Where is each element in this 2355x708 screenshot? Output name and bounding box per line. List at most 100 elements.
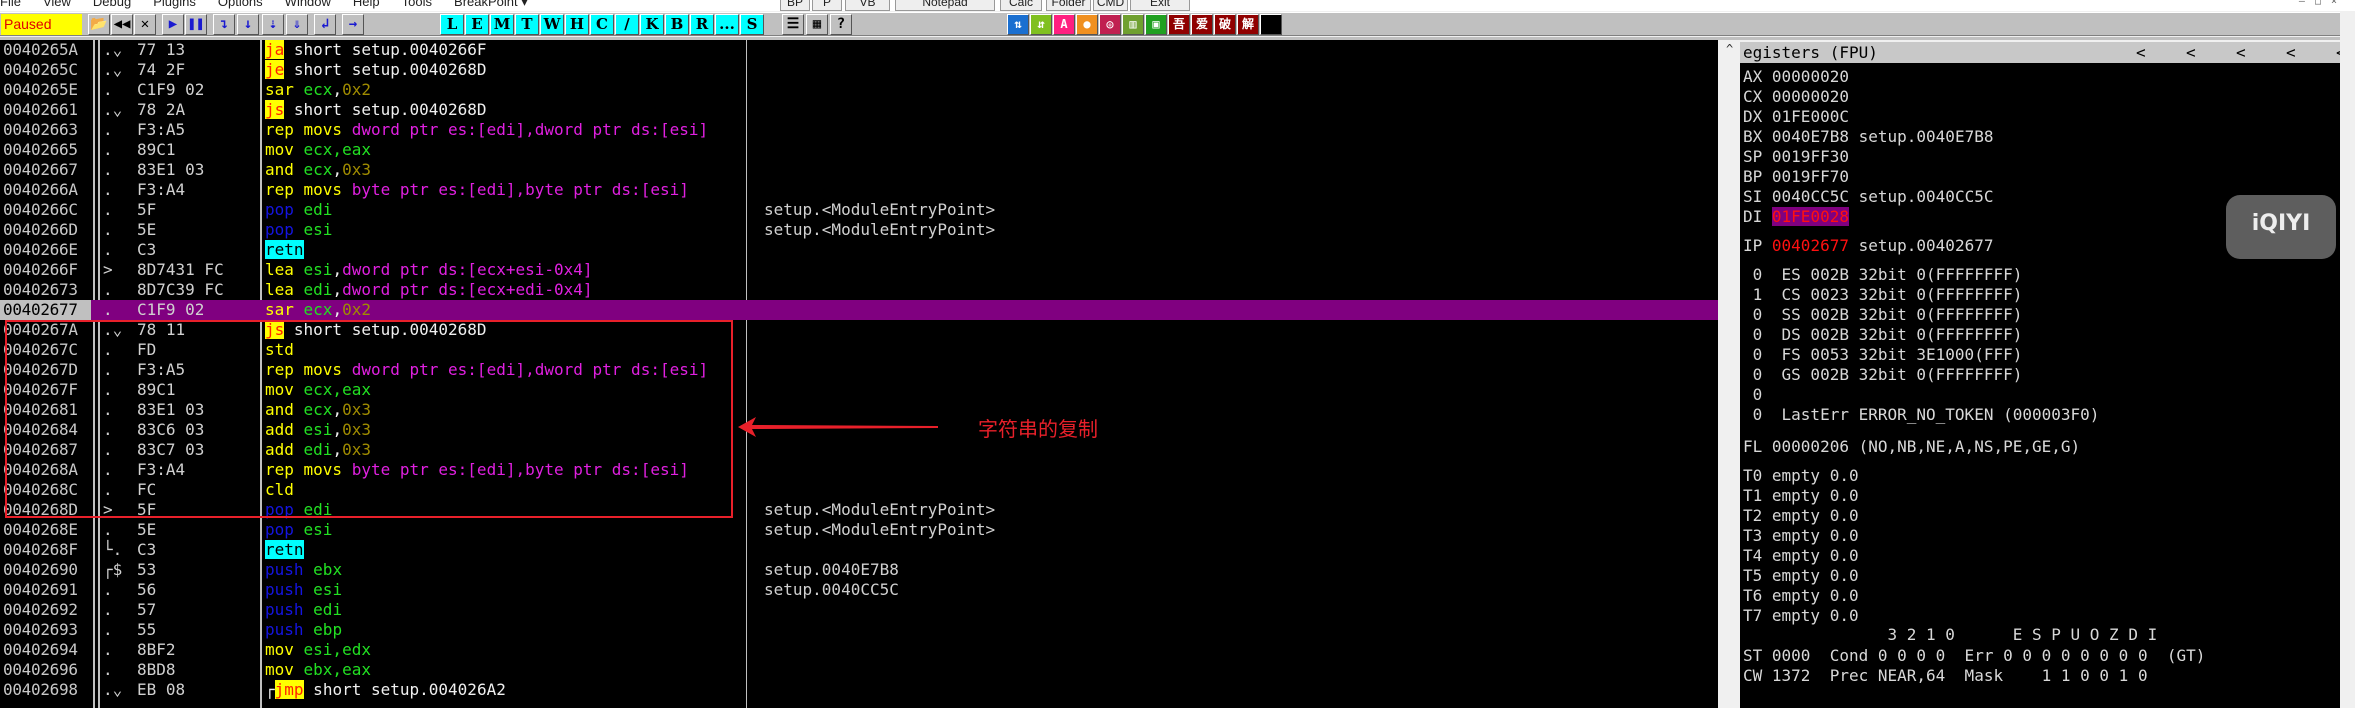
restart-icon[interactable]: ◀◀ bbox=[111, 14, 133, 35]
target-icon[interactable]: ◎ bbox=[1099, 14, 1121, 35]
disasm-row[interactable]: 0040268E. 5E pop esi setup.<ModuleEntryPoin… bbox=[0, 520, 1718, 540]
tab-folder[interactable]: Folder bbox=[1046, 0, 1091, 11]
disasm-row[interactable]: 0040266C. 5F pop edi setup.<ModuleEntryPoin… bbox=[0, 200, 1718, 220]
register-value[interactable]: 01FE0028 bbox=[1771, 207, 1849, 226]
help-icon[interactable]: ? bbox=[830, 14, 852, 35]
jie-icon[interactable]: 解 bbox=[1237, 14, 1259, 35]
register-value[interactable]: 00000020 bbox=[1772, 67, 1849, 86]
tab-calc[interactable]: Calc bbox=[1000, 0, 1042, 11]
toolbar-button-slash[interactable]: / bbox=[615, 14, 639, 35]
disasm-row[interactable]: 00402694. 8BF2 mov esi,edx bbox=[0, 640, 1718, 660]
toolbar-button-e[interactable]: E bbox=[465, 14, 489, 35]
disasm-row[interactable]: 0040265E. C1F9 02 sar ecx,0x2 bbox=[0, 80, 1718, 100]
toolbar-button-l[interactable]: L bbox=[440, 14, 464, 35]
toolbar-button-r[interactable]: R bbox=[690, 14, 714, 35]
tab-notepad[interactable]: Notepad bbox=[895, 0, 995, 11]
ai-icon[interactable]: 爱 bbox=[1191, 14, 1213, 35]
disasm-row[interactable]: 00402691. 56 push esi setup.0040CC5C bbox=[0, 580, 1718, 600]
grid-icon[interactable]: ▥ bbox=[1122, 14, 1144, 35]
disasm-row[interactable]: 00402677. C1F9 02 sar ecx,0x2 bbox=[0, 300, 1718, 320]
disasm-row[interactable]: 00402692. 57 push edi bbox=[0, 600, 1718, 620]
disasm-row[interactable]: 00402665. 89C1 mov ecx,eax bbox=[0, 140, 1718, 160]
close-icon[interactable]: ✕ bbox=[134, 14, 156, 35]
disasm-row[interactable]: 00402698 .⌄ EB 08 ┌jmp short setup.004026A2 bbox=[0, 680, 1718, 700]
register-value[interactable]: 0019FF70 bbox=[1772, 167, 1849, 186]
toolbar-button-t[interactable]: T bbox=[515, 14, 539, 35]
disasm-row[interactable]: 0040266F >8D7431 FC lea esi,dword ptr ds:[… bbox=[0, 260, 1718, 280]
goto-icon[interactable]: → bbox=[342, 14, 364, 35]
disasm-row[interactable]: 0040265C .⌄ 74 2F je short setup.0040268D bbox=[0, 60, 1718, 80]
register-value[interactable]: 0019FF30 bbox=[1772, 147, 1849, 166]
menu-item[interactable]: BreakPoint ▾ bbox=[454, 0, 528, 9]
toolbar-button-k[interactable]: K bbox=[640, 14, 664, 35]
register-value[interactable]: 00000020 bbox=[1772, 87, 1849, 106]
register-value[interactable]: 0040E7B8 bbox=[1772, 127, 1849, 146]
fpu-register-row: T4 empty 0.0 bbox=[1743, 546, 1859, 565]
tab-cmd[interactable]: CMD bbox=[1093, 0, 1128, 11]
disasm-row[interactable]: 00402693. 55 push ebp bbox=[0, 620, 1718, 640]
record-icon[interactable]: ● bbox=[1076, 14, 1098, 35]
po-icon[interactable]: 破 bbox=[1214, 14, 1236, 35]
toolbar-button-b[interactable]: B bbox=[665, 14, 689, 35]
registers-header[interactable]: egisters (FPU) <<<<< bbox=[1740, 42, 2346, 63]
tab-p[interactable]: P bbox=[812, 0, 842, 11]
disasm-row[interactable]: 00402696. 8BD8 mov ebx,eax bbox=[0, 660, 1718, 680]
window-icon[interactable]: ▣ bbox=[1145, 14, 1167, 35]
swap-icon[interactable]: ⇅ bbox=[1007, 14, 1029, 35]
disasm-row[interactable]: 00402667. 83E1 03 and ecx,0x3 bbox=[0, 160, 1718, 180]
menu-item[interactable]: Options bbox=[218, 0, 263, 9]
menu-item[interactable]: Plugins bbox=[153, 0, 196, 9]
scroll-left-chevron-icon[interactable]: < bbox=[2136, 42, 2146, 63]
disasm-row[interactable]: 00402690 ┌$ 53 push ebx setup.0040E7B8 bbox=[0, 560, 1718, 580]
disasm-row[interactable]: 00402663. F3:A5 rep movs dword ptr es:[edi… bbox=[0, 120, 1718, 140]
tab-bp[interactable]: BP bbox=[780, 0, 810, 11]
disasm-row[interactable]: 0040266A. F3:A4 rep movs byte ptr es:[edi]… bbox=[0, 180, 1718, 200]
pane-splitter[interactable]: ^ bbox=[1718, 40, 1740, 708]
toolbar-button-m[interactable]: M bbox=[490, 14, 514, 35]
register-value[interactable]: 0040CC5C bbox=[1772, 187, 1849, 206]
menu-item[interactable]: View bbox=[43, 0, 71, 9]
menu-item[interactable]: Debug bbox=[93, 0, 131, 9]
execute-till-return-icon[interactable]: ↲ bbox=[314, 14, 336, 35]
trace-over-icon[interactable]: ⇓ bbox=[286, 14, 308, 35]
disasm-row[interactable]: 0040266D. 5E pop esi setup.<ModuleEntryPoin… bbox=[0, 220, 1718, 240]
tab-exit[interactable]: Exit bbox=[1130, 0, 1190, 11]
scroll-left-chevron-icon[interactable]: < bbox=[2286, 42, 2296, 63]
register-value[interactable]: 01FE000C bbox=[1772, 107, 1849, 126]
toolbar-button-more[interactable]: ... bbox=[715, 14, 739, 35]
menu-item[interactable]: Window bbox=[285, 0, 331, 9]
a-icon[interactable]: A bbox=[1053, 14, 1075, 35]
run-icon[interactable]: ▶ bbox=[162, 14, 184, 35]
toolbar-button-w[interactable]: W bbox=[540, 14, 564, 35]
disasm-row[interactable]: 0040268F └. C3 retn bbox=[0, 540, 1718, 560]
scroll-left-chevron-icon[interactable]: < bbox=[2186, 42, 2196, 63]
disasm-row[interactable]: 00402673. 8D7C39 FC lea edi,dword ptr ds:[… bbox=[0, 280, 1718, 300]
trace-into-icon[interactable]: ⇣ bbox=[262, 14, 284, 35]
window-control-button[interactable]: – bbox=[2299, 0, 2305, 7]
step-over-icon[interactable]: ↓ bbox=[237, 14, 259, 35]
menu-item[interactable]: File bbox=[0, 0, 21, 9]
toolbar-button-s[interactable]: S bbox=[740, 14, 764, 35]
register-value[interactable]: 00402677 bbox=[1772, 236, 1849, 255]
registers-pane[interactable]: AX 00000020 CX 00000020 DX 01FE000C BX 0040… bbox=[1740, 63, 2340, 708]
list-icon[interactable]: ☰ bbox=[782, 14, 804, 35]
collapse-up-icon[interactable]: ^ bbox=[1726, 42, 1733, 56]
green-arrows-icon[interactable]: ⇵ bbox=[1030, 14, 1052, 35]
open-icon[interactable]: 📂 bbox=[88, 14, 110, 35]
menu-item[interactable]: Tools bbox=[402, 0, 432, 9]
toolbar-button-h[interactable]: H bbox=[565, 14, 589, 35]
window-control-button[interactable]: □ bbox=[2315, 0, 2321, 7]
disasm-row[interactable]: 0040266E. C3 retn bbox=[0, 240, 1718, 260]
window-control-button[interactable]: × bbox=[2331, 0, 2337, 7]
tab-vb[interactable]: VB bbox=[845, 0, 890, 11]
disasm-row[interactable]: 00402661 .⌄ 78 2A js short setup.0040268D bbox=[0, 100, 1718, 120]
pause-icon[interactable]: ❚❚ bbox=[185, 14, 207, 35]
colors-icon[interactable]: ▦ bbox=[806, 14, 828, 35]
toolbar-button-c[interactable]: C bbox=[590, 14, 614, 35]
menu-item[interactable]: Help bbox=[353, 0, 380, 9]
black-icon[interactable] bbox=[1260, 14, 1282, 35]
step-into-icon[interactable]: ↴ bbox=[213, 14, 235, 35]
disasm-row[interactable]: 0040265A .⌄ 77 13 ja short setup.0040266F bbox=[0, 40, 1718, 60]
wu-icon[interactable]: 吾 bbox=[1168, 14, 1190, 35]
scroll-left-chevron-icon[interactable]: < bbox=[2236, 42, 2246, 63]
